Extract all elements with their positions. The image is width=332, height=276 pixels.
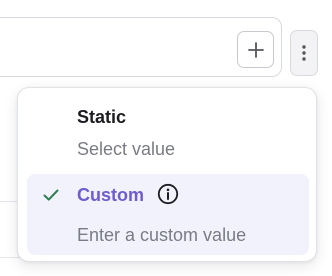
vertical-ellipsis-icon (302, 45, 306, 61)
option-description: Enter a custom value (77, 225, 247, 245)
plus-icon (247, 41, 264, 58)
info-icon[interactable] (157, 183, 179, 205)
more-options-button[interactable] (290, 30, 318, 76)
value-type-menu: Static Select value Custom Enter a custo… (17, 87, 317, 262)
add-button[interactable] (237, 31, 274, 68)
option-title: Static (77, 107, 127, 127)
option-static[interactable]: Static Select value (27, 96, 309, 171)
option-custom[interactable]: Custom Enter a custom value (27, 174, 309, 255)
option-description: Select value (77, 139, 176, 159)
option-title: Custom (77, 185, 144, 205)
checkmark-icon (43, 189, 59, 201)
